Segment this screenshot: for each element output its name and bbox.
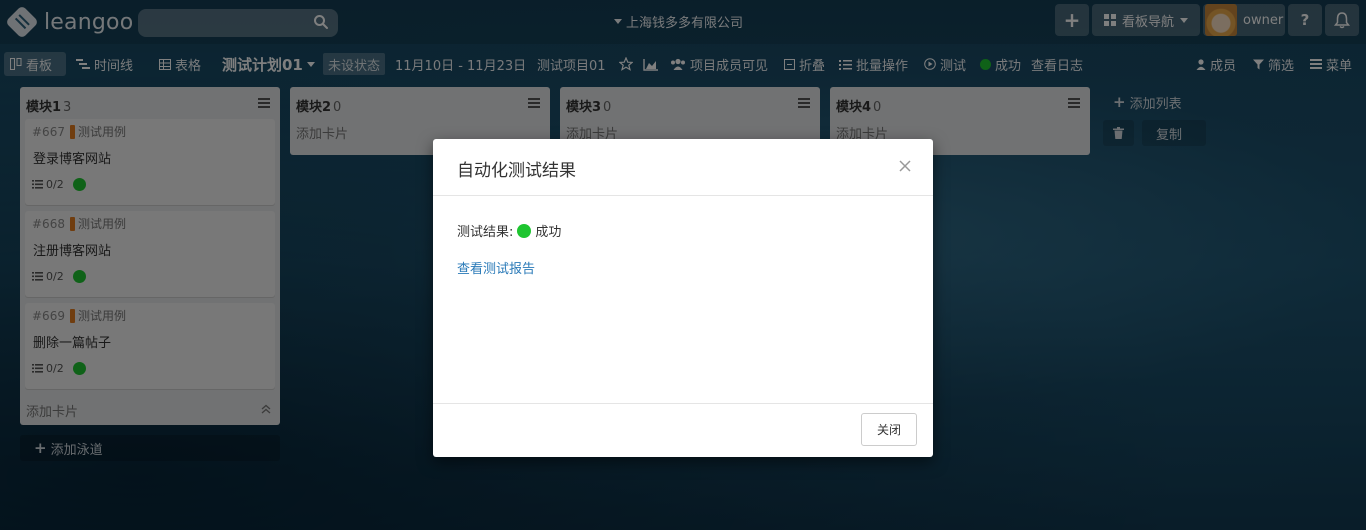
result-label: 测试结果: <box>457 225 514 240</box>
dialog-title: 自动化测试结果 <box>457 161 576 181</box>
view-report-link[interactable]: 查看测试报告 <box>457 258 535 277</box>
dialog-header: 自动化测试结果 <box>433 139 933 196</box>
success-dot-icon <box>517 223 532 238</box>
close-icon[interactable] <box>898 159 912 173</box>
dialog-body: 测试结果: 成功 查看测试报告 <box>433 196 933 404</box>
result-value: 成功 <box>535 225 562 240</box>
test-result-dialog: 自动化测试结果 测试结果: 成功 查看测试报告 关闭 <box>433 139 933 457</box>
dialog-footer: 关闭 <box>433 404 933 456</box>
test-result: 测试结果: 成功 <box>457 221 561 240</box>
close-button[interactable]: 关闭 <box>861 413 917 446</box>
